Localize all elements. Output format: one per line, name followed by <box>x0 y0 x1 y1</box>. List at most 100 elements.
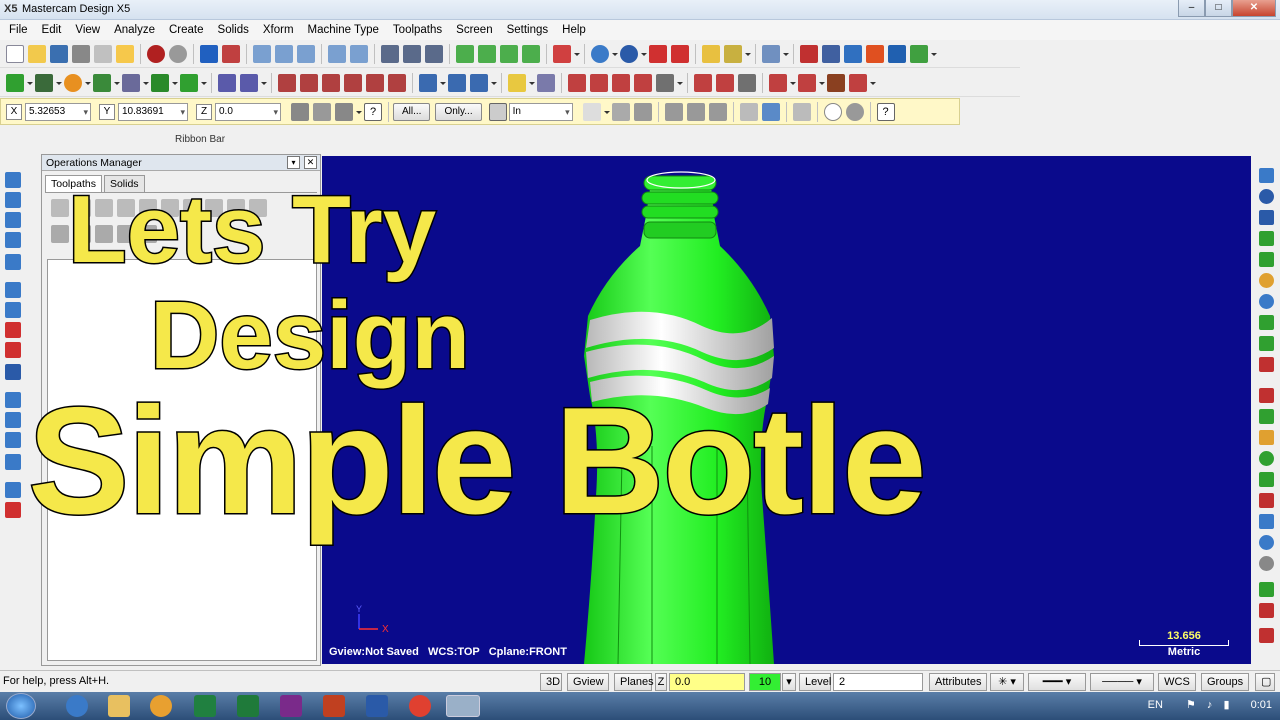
config-icon[interactable] <box>656 73 674 92</box>
menu-help[interactable]: Help <box>555 24 593 36</box>
unzoom-icon[interactable] <box>328 44 346 63</box>
select-all-ops-icon[interactable] <box>51 199 69 217</box>
preview-icon[interactable] <box>94 44 112 63</box>
panel-menu-button[interactable]: ▾ <box>287 156 300 169</box>
stack-view-icon[interactable] <box>5 412 21 428</box>
tools-icon[interactable] <box>827 73 845 92</box>
line-width-dropdown[interactable]: ──── ▾ <box>1090 673 1154 691</box>
solid-feature-icon[interactable] <box>708 102 727 121</box>
trim-dropdown-icon[interactable] <box>744 45 751 63</box>
menu-analyze[interactable]: Analyze <box>107 24 162 36</box>
wire-view-icon[interactable] <box>5 454 21 470</box>
ok-selection-icon[interactable] <box>792 102 811 121</box>
wireframe-cube-icon[interactable] <box>456 44 474 63</box>
autocursor-dropdown-icon[interactable] <box>355 103 362 121</box>
mirror-dropdown-icon[interactable] <box>439 74 446 92</box>
verify-selection-icon[interactable] <box>761 102 780 121</box>
solid-shell-icon[interactable] <box>1259 315 1274 330</box>
part-view-icon[interactable] <box>5 502 21 518</box>
sum-icon[interactable] <box>888 44 906 63</box>
table-icon[interactable] <box>568 73 586 92</box>
save-icon[interactable] <box>50 44 68 63</box>
point-icon[interactable] <box>6 73 24 92</box>
solid-revolve-icon[interactable] <box>1259 210 1274 225</box>
zoom-in-icon[interactable] <box>297 44 315 63</box>
select-icon[interactable] <box>508 73 526 92</box>
select-all-button[interactable]: All... <box>393 102 431 121</box>
clock[interactable]: 0:01 <box>1251 699 1272 711</box>
chain-line-icon[interactable] <box>582 102 601 121</box>
cancel-selection-icon[interactable] <box>823 102 842 121</box>
planes-dropdown-icon[interactable] <box>573 45 580 63</box>
join-icon[interactable] <box>388 73 406 92</box>
dimension-icon[interactable] <box>218 73 236 92</box>
wcs-button[interactable]: WCS <box>1158 673 1196 691</box>
redo-icon[interactable] <box>169 44 187 63</box>
globe-icon[interactable] <box>591 44 609 63</box>
planes-button[interactable]: Planes <box>614 673 654 691</box>
fit-icon[interactable] <box>253 44 271 63</box>
word-icon[interactable] <box>366 695 388 717</box>
maximize-button[interactable]: □ <box>1205 0 1232 17</box>
menu-create[interactable]: Create <box>162 24 211 36</box>
repaint-icon[interactable] <box>222 44 240 63</box>
menu-xform[interactable]: Xform <box>256 24 301 36</box>
x-coordinate-field[interactable]: 5.32653 <box>25 102 91 121</box>
measure-distance-icon[interactable] <box>612 73 630 92</box>
minimize-button[interactable]: – <box>1178 0 1205 17</box>
zoom-out-icon[interactable] <box>350 44 368 63</box>
onenote-icon[interactable] <box>280 695 302 717</box>
note-dropdown-icon[interactable] <box>260 74 267 92</box>
cursor-icon[interactable] <box>611 102 630 121</box>
point-style-dropdown[interactable]: ✳ ▾ <box>990 673 1024 691</box>
section-view-icon[interactable] <box>5 342 21 358</box>
break-icon[interactable] <box>366 73 384 92</box>
translate-dropdown-icon[interactable] <box>490 74 497 92</box>
globe-dropdown-icon[interactable] <box>611 45 618 63</box>
select-only-button[interactable]: Only... <box>435 102 482 121</box>
duplicate-icon[interactable] <box>322 73 340 92</box>
delete-icon[interactable] <box>278 73 296 92</box>
sketch-icon[interactable] <box>313 102 331 121</box>
red-view-icon[interactable] <box>5 322 21 338</box>
translate-icon[interactable] <box>470 73 488 92</box>
brush-icon[interactable] <box>116 44 134 63</box>
camtasia-icon[interactable] <box>194 695 216 717</box>
surface-trim-icon[interactable] <box>1259 514 1274 529</box>
plane-view-icon[interactable] <box>5 282 21 298</box>
select-dropdown-icon[interactable] <box>528 74 535 92</box>
line-style-dropdown[interactable]: ━━━ ▾ <box>1028 673 1086 691</box>
fast-point-icon[interactable] <box>291 102 309 121</box>
surface-icon[interactable] <box>180 73 198 92</box>
trim-icon[interactable] <box>724 44 742 63</box>
surface-patch-icon[interactable] <box>1259 603 1274 618</box>
ribbon-help-icon[interactable]: ? <box>364 102 382 121</box>
start-button[interactable] <box>6 693 36 719</box>
line-dropdown-icon[interactable] <box>55 74 62 92</box>
attributes-button[interactable]: Attributes <box>929 673 987 691</box>
chain-link-icon[interactable] <box>634 73 652 92</box>
cube-view-icon[interactable] <box>5 302 21 318</box>
grid-icon[interactable] <box>822 44 840 63</box>
solid-help-icon[interactable] <box>1259 357 1274 372</box>
right-view-icon[interactable] <box>5 212 21 228</box>
spline-icon[interactable] <box>151 73 169 92</box>
menu-edit[interactable]: Edit <box>35 24 69 36</box>
help-arrow-icon[interactable] <box>800 44 818 63</box>
surface-add-icon[interactable] <box>1259 409 1274 424</box>
color-icon[interactable] <box>866 44 884 63</box>
menu-file[interactable]: File <box>2 24 35 36</box>
solid-loft-icon[interactable] <box>1259 336 1274 351</box>
solid-cube-icon[interactable] <box>1259 252 1274 267</box>
autocursor-icon[interactable] <box>335 102 353 121</box>
post-dropdown-icon[interactable] <box>869 74 876 92</box>
media-player-icon[interactable] <box>150 695 172 717</box>
layer-view-icon[interactable] <box>5 392 21 408</box>
surface-sweep-icon[interactable] <box>1259 430 1274 445</box>
top-view-icon[interactable] <box>5 172 21 188</box>
orient-icon[interactable] <box>537 73 555 92</box>
surface-cancel-icon[interactable] <box>1259 556 1274 571</box>
file-explorer-icon[interactable] <box>108 695 130 717</box>
fillet-dropdown-icon[interactable] <box>142 74 149 92</box>
line-icon[interactable] <box>35 73 53 92</box>
